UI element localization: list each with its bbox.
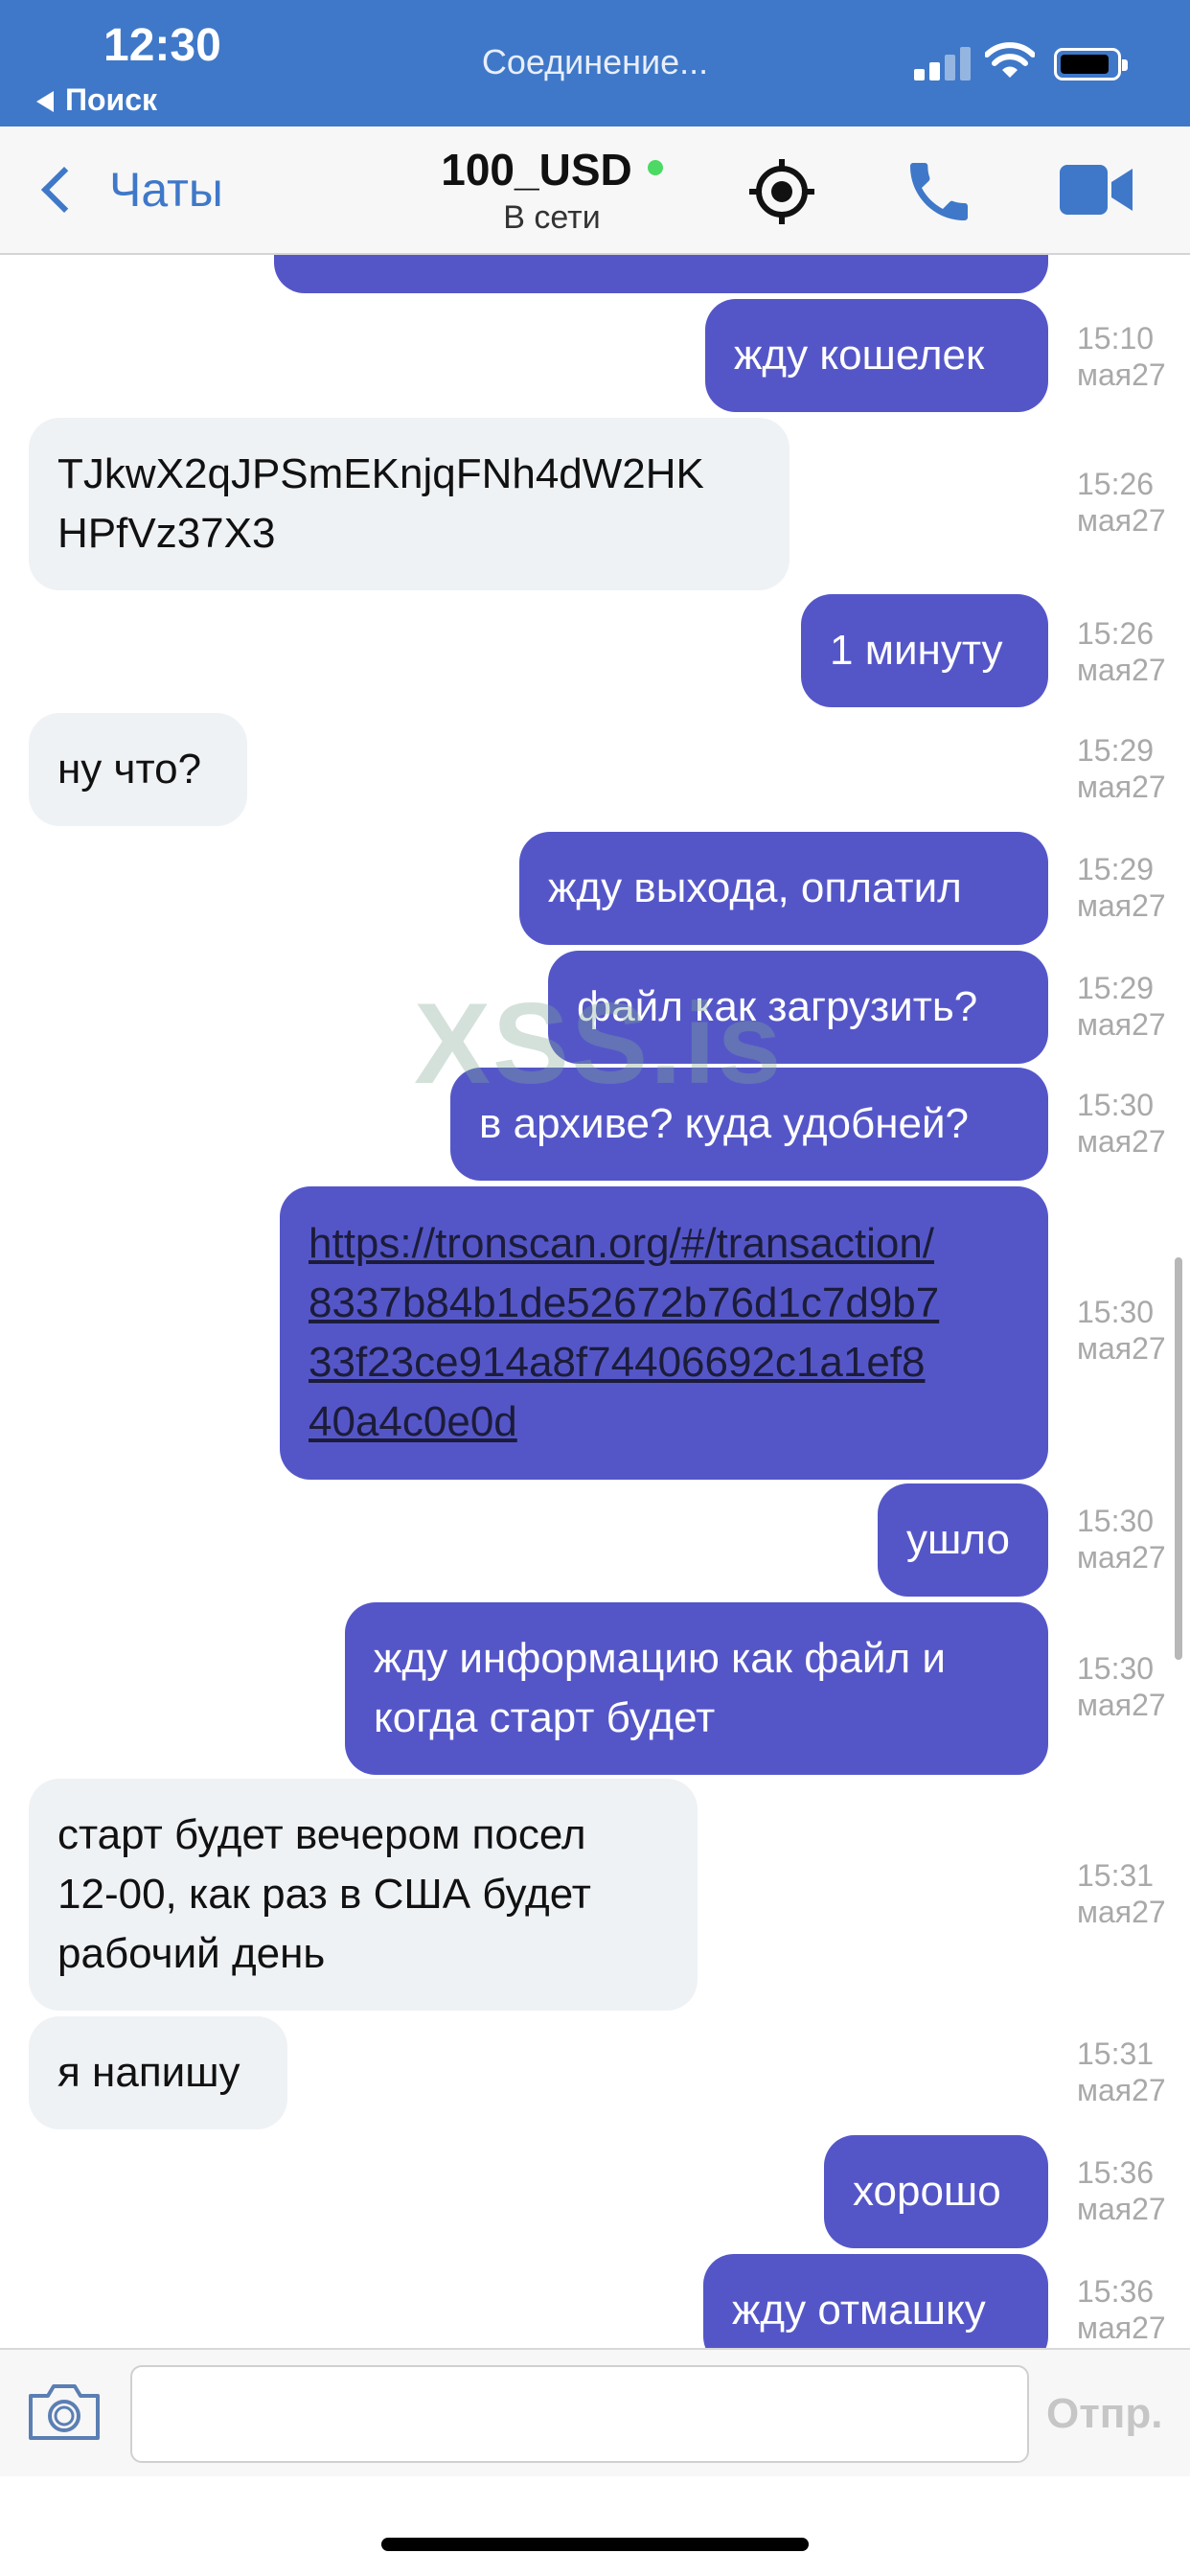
message-bubble-outgoing[interactable]: жду отмашку [703,2254,1048,2348]
message-bubble-outgoing[interactable]: жду кошелек [705,299,1048,412]
online-indicator [647,160,663,175]
back-triangle-icon [36,91,54,112]
composer-bar: Отпр. [0,2348,1190,2476]
cellular-signal-icon [914,46,972,80]
message-timestamp: 15:31 мая27 [1077,2036,1166,2107]
message-timestamp: 15:29 мая27 [1077,971,1166,1042]
message-bubble-outgoing[interactable]: хорошо [824,2135,1048,2248]
video-call-icon[interactable] [1060,165,1133,215]
message-timestamp: 15:30 мая27 [1077,1504,1166,1575]
home-indicator[interactable] [381,2538,809,2551]
back-to-app-button[interactable]: Поиск [36,82,157,118]
watermark: XSS.is [414,979,784,1108]
message-input[interactable] [130,2365,1029,2463]
target-icon[interactable] [749,159,814,224]
message-timestamp: 15:30 мая27 [1077,1651,1166,1722]
message-timestamp: 15:31 мая27 [1077,1858,1166,1929]
message-timestamp: 15:36 мая27 [1077,2274,1166,2345]
message-bubble-outgoing[interactable]: жду выхода, оплатил [519,832,1048,945]
message-bubble-incoming[interactable]: старт будет вечером посел 12-00, как раз … [29,1779,698,2011]
message-bubble-incoming[interactable]: я напишу [29,2016,287,2129]
message-timestamp: 15:29 мая27 [1077,852,1166,923]
contact-name: 100_USD [441,145,632,195]
message-bubble-outgoing[interactable]: жду информацию как файл и когда старт буд… [345,1602,1048,1775]
message-timestamp: 15:30 мая27 [1077,1295,1166,1366]
message-bubble-incoming[interactable]: ну что? [29,713,247,826]
wifi-icon [985,42,1035,78]
message-timestamp: 15:29 мая27 [1077,733,1166,804]
chat-header: Чаты 100_USD В сети [0,126,1190,255]
send-button[interactable]: Отпр. [1046,2390,1162,2438]
back-app-label: Поиск [65,82,158,117]
camera-icon[interactable] [27,2380,102,2442]
message-bubble-partial[interactable] [274,255,1048,293]
battery-icon [1054,48,1128,80]
message-timestamp: 15:26 мая27 [1077,467,1166,538]
message-timestamp: 15:30 мая27 [1077,1088,1166,1159]
message-timestamp: 15:26 мая27 [1077,616,1166,687]
phone-call-icon[interactable] [901,153,977,230]
message-bubble-link[interactable]: https://tronscan.org/#/transaction/8337b… [280,1186,1048,1480]
message-bubble-outgoing[interactable]: ушло [878,1484,1048,1597]
message-timestamp: 15:10 мая27 [1077,321,1166,392]
status-bar: 12:30 Поиск Соединение... [0,0,1190,126]
message-list[interactable]: жду кошелек 15:10 мая27 TJkwX2qJPSmEKnjqF… [0,255,1190,2348]
scrollbar[interactable] [1175,1257,1182,1660]
message-bubble-incoming[interactable]: TJkwX2qJPSmEKnjqFNh4dW2HK HPfVz37X3 [29,418,790,590]
message-timestamp: 15:36 мая27 [1077,2155,1166,2226]
message-bubble-outgoing[interactable]: 1 минуту [801,594,1048,707]
